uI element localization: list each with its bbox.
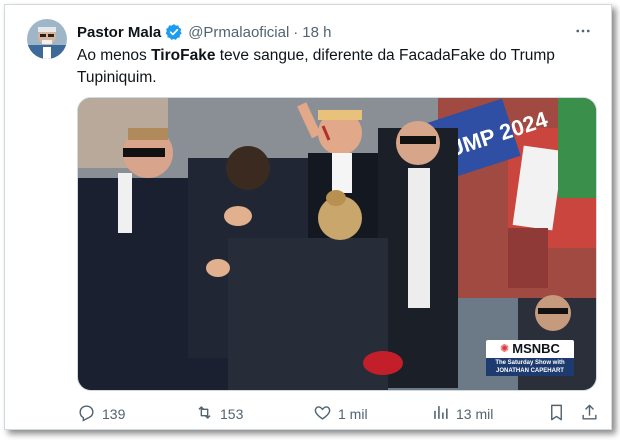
tweet-card: Pastor Mala @Prmalaoficial · 18 h Ao men… <box>4 4 612 430</box>
more-icon[interactable] <box>573 21 593 41</box>
tweet-media-image[interactable]: RUMP 2024 ✺ MSNBC The Saturday Show with… <box>77 97 597 391</box>
avatar[interactable] <box>27 19 67 59</box>
author-name[interactable]: Pastor Mala <box>77 24 161 41</box>
show-title-line2: JONATHAN CAPEHART <box>496 368 564 374</box>
timestamp[interactable]: 18 h <box>302 24 331 41</box>
show-title: The Saturday Show with JONATHAN CAPEHART <box>486 358 574 376</box>
bookmark-button[interactable] <box>547 403 566 425</box>
reply-icon <box>77 403 96 425</box>
bookmark-icon <box>547 403 566 425</box>
retweet-icon <box>195 403 214 425</box>
like-count: 1 mil <box>338 406 368 422</box>
reply-count: 139 <box>102 406 126 422</box>
tweet-text-bold: TiroFake <box>151 47 216 64</box>
retweet-count: 153 <box>220 406 244 422</box>
show-title-line1: The Saturday Show with <box>495 360 565 366</box>
tweet-header: Pastor Mala @Prmalaoficial · 18 h <box>77 21 332 43</box>
retweet-button[interactable]: 153 <box>195 403 243 425</box>
share-button[interactable] <box>580 403 599 425</box>
author-handle[interactable]: @Prmalaoficial <box>188 24 289 41</box>
like-button[interactable]: 1 mil <box>313 403 368 425</box>
msnbc-brand: MSNBC <box>512 341 560 356</box>
verified-badge-icon <box>165 23 183 41</box>
peacock-icon: ✺ <box>500 343 510 355</box>
action-bar: 139 153 1 mil 13 mil <box>77 403 607 427</box>
tweet-text: Ao menos TiroFake teve sangue, diferente… <box>77 45 577 89</box>
tweet-text-part: Ao menos <box>77 47 152 64</box>
views-icon <box>431 403 450 425</box>
msnbc-watermark: ✺ MSNBC The Saturday Show with JONATHAN … <box>486 340 574 376</box>
reply-button[interactable]: 139 <box>77 403 125 425</box>
views-button[interactable]: 13 mil <box>431 403 493 425</box>
views-count: 13 mil <box>456 406 494 422</box>
share-icon <box>580 403 599 425</box>
separator-dot: · <box>293 23 299 41</box>
msnbc-logo: ✺ MSNBC <box>486 340 574 358</box>
like-icon <box>313 403 332 425</box>
